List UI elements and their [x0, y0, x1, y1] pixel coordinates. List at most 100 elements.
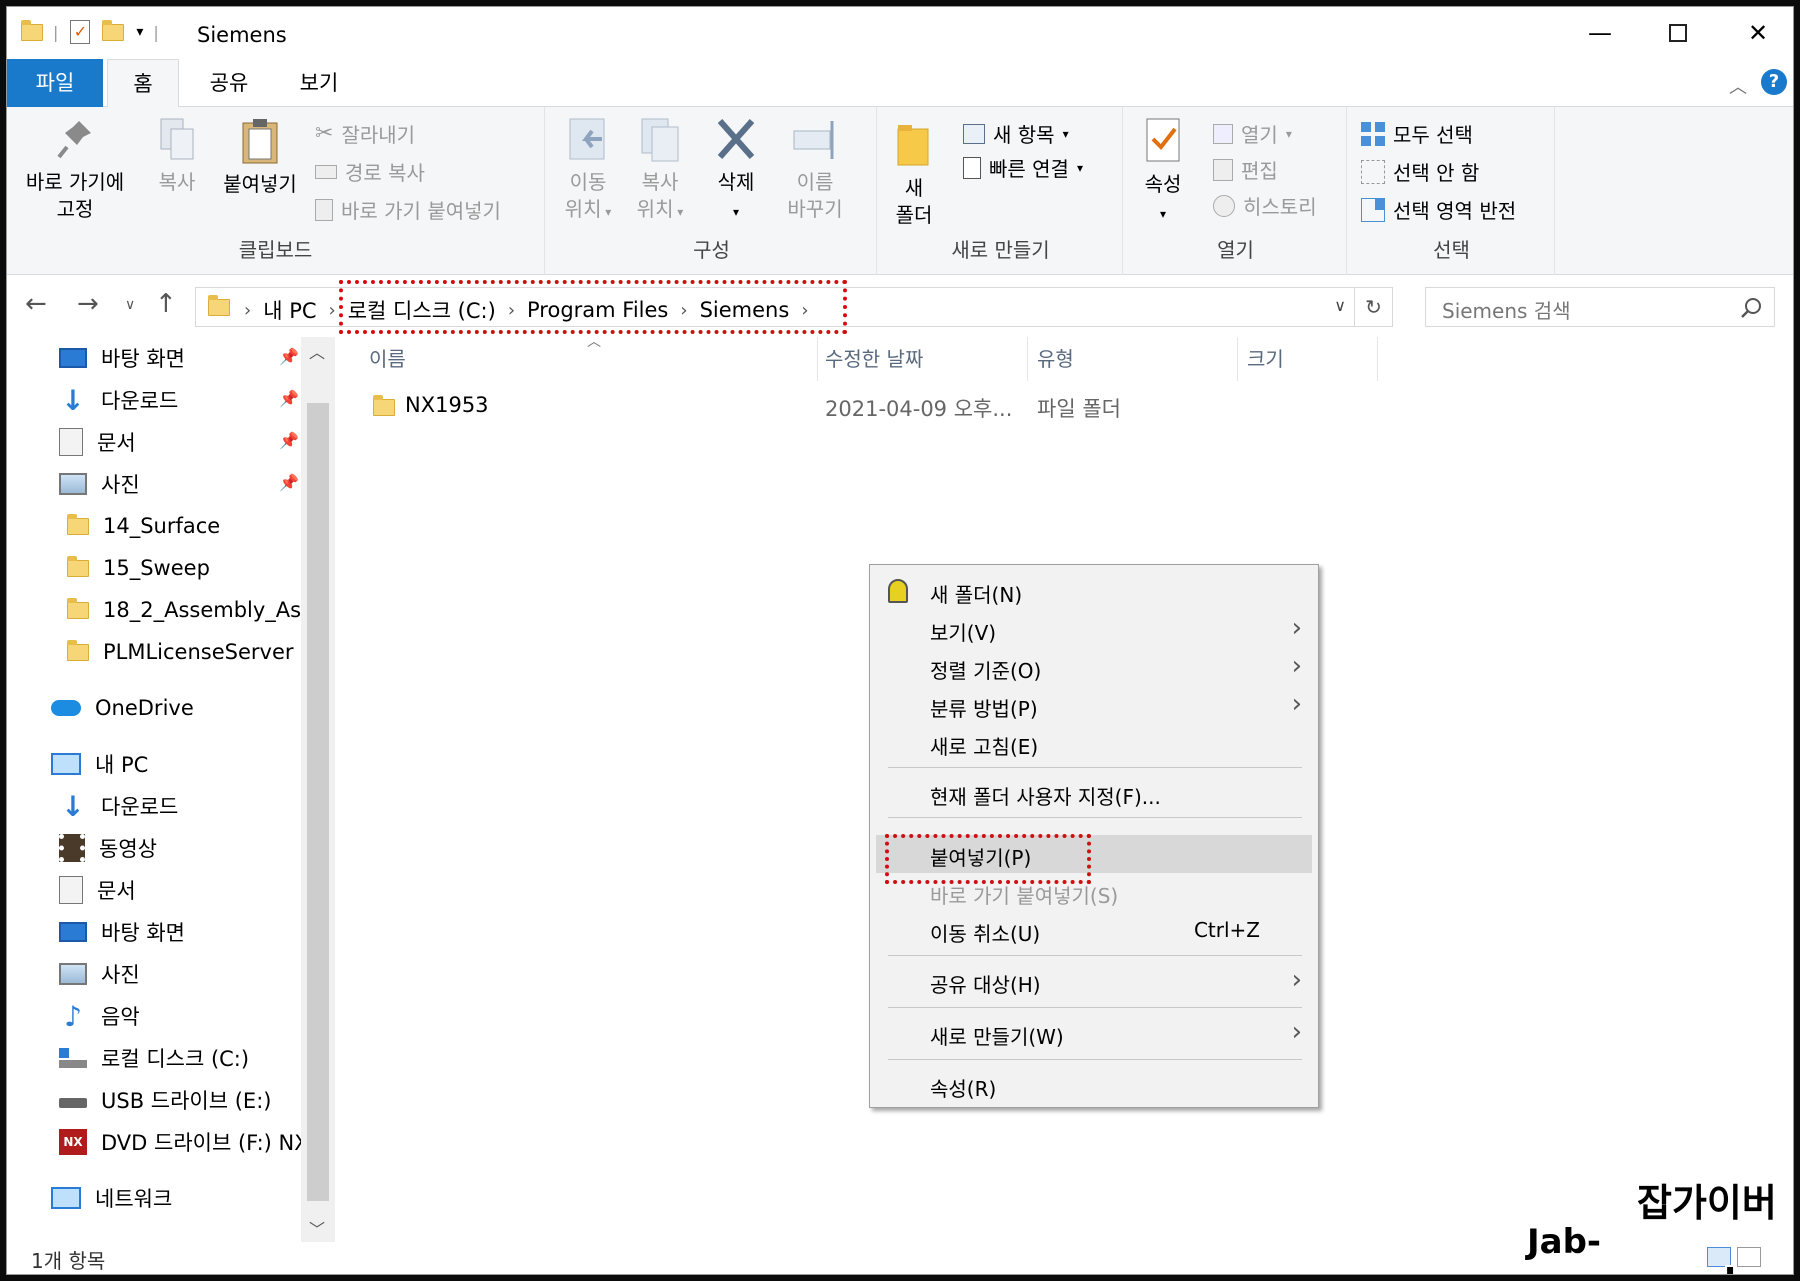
sidebar-item-label: 18_2_Assembly_Assy: [103, 598, 325, 622]
breadcrumb-my-pc[interactable]: 내 PC: [263, 295, 316, 325]
menu-item-new-folder[interactable]: 새 폴더(N): [870, 573, 1318, 609]
column-header-name[interactable]: 이름: [369, 343, 406, 372]
recent-locations-icon[interactable]: ∨: [125, 297, 135, 313]
easy-access-button[interactable]: 빠른 연결 ▾: [963, 153, 1083, 182]
sidebar-item-desktop-pc[interactable]: 바탕 화면: [59, 913, 185, 951]
sidebar-item-usb-drive[interactable]: USB 드라이브 (E:): [59, 1081, 271, 1119]
sidebar-item-desktop[interactable]: 바탕 화면: [59, 339, 185, 377]
maximize-button[interactable]: [1653, 17, 1703, 49]
sidebar-item-music[interactable]: ♪ 음악: [59, 997, 140, 1035]
pin-icon[interactable]: 📌: [279, 389, 299, 408]
file-name: NX1953: [405, 393, 489, 417]
scroll-up-icon[interactable]: ︿: [309, 339, 325, 363]
sidebar-item-local-disk[interactable]: 로컬 디스크 (C:): [59, 1039, 249, 1077]
refresh-icon[interactable]: ↻: [1354, 288, 1392, 326]
copy-to-button[interactable]: 복사 위치 ▾: [629, 117, 691, 226]
menu-item-refresh[interactable]: 새로 고침(E): [870, 725, 1318, 761]
menu-item-sort[interactable]: 정렬 기준(O) ›: [870, 649, 1318, 685]
sidebar-item-downloads[interactable]: ↓ 다운로드: [59, 381, 178, 419]
sidebar-item-documents-pc[interactable]: 문서: [59, 871, 136, 909]
pin-quick-access-button[interactable]: 바로 가기에 고정: [15, 117, 135, 223]
sidebar-item-label: USB 드라이브 (E:): [101, 1089, 272, 1113]
open-button[interactable]: 열기 ▾: [1213, 119, 1292, 148]
column-divider[interactable]: [1237, 337, 1238, 381]
move-label-1: 이동: [569, 170, 607, 194]
sidebar-item-pictures-pc[interactable]: 사진: [59, 955, 140, 993]
menu-item-properties[interactable]: 속성(R): [870, 1067, 1318, 1103]
menu-item-view[interactable]: 보기(V) ›: [870, 611, 1318, 647]
forward-arrow-icon[interactable]: →: [77, 289, 99, 319]
minimize-button[interactable]: —: [1575, 17, 1625, 49]
pin-icon[interactable]: 📌: [279, 473, 299, 492]
pin-icon: [57, 121, 91, 159]
pin-icon[interactable]: 📌: [279, 431, 299, 450]
customize-dropdown-icon[interactable]: ▾: [136, 24, 143, 40]
sidebar-item-my-pc[interactable]: 내 PC: [51, 745, 148, 783]
history-label: 히스토리: [1243, 195, 1317, 219]
search-box[interactable]: Siemens 검색: [1425, 287, 1775, 327]
menu-item-customize-folder[interactable]: 현재 폴더 사용자 지정(F)...: [870, 775, 1318, 811]
sidebar-item-onedrive[interactable]: OneDrive: [51, 689, 194, 727]
properties-check-icon[interactable]: ✓: [70, 20, 91, 44]
sidebar-item-assembly[interactable]: 18_2_Assembly_Assy: [67, 591, 324, 629]
sidebar-item-pictures[interactable]: 사진: [59, 465, 140, 503]
rename-button[interactable]: 이름 바꾸기: [779, 117, 851, 223]
cut-button[interactable]: ✂ 잘라내기: [315, 119, 415, 148]
new-folder-button[interactable]: 새 폴더: [889, 121, 939, 229]
sidebar-item-label: 내 PC: [95, 753, 149, 777]
select-none-button[interactable]: 선택 안 함: [1361, 157, 1479, 186]
history-icon: [1213, 194, 1235, 217]
new-item-button[interactable]: 새 항목 ▾: [963, 119, 1069, 148]
menu-item-share[interactable]: 공유 대상(H) ›: [870, 963, 1318, 999]
column-header-size[interactable]: 크기: [1247, 343, 1284, 372]
sidebar-item-label: 다운로드: [101, 795, 179, 819]
folder-icon: [208, 295, 230, 316]
back-arrow-icon[interactable]: ←: [25, 289, 47, 319]
scrollbar-thumb[interactable]: [307, 403, 329, 1201]
edit-button[interactable]: 편집: [1213, 155, 1278, 184]
sidebar-item-documents[interactable]: 문서: [59, 423, 136, 461]
copy-path-button[interactable]: 경로 복사: [315, 157, 425, 186]
column-divider[interactable]: [1027, 337, 1028, 381]
help-icon[interactable]: ?: [1761, 69, 1787, 95]
chevron-down-icon[interactable]: ∨: [1334, 296, 1346, 315]
menu-item-group-by[interactable]: 분류 방법(P) ›: [870, 687, 1318, 723]
delete-button[interactable]: 삭제 ▾: [705, 117, 767, 226]
tab-view[interactable]: 보기: [287, 59, 351, 107]
up-arrow-icon[interactable]: ↑: [155, 289, 177, 319]
copy-button[interactable]: 복사: [147, 117, 207, 196]
sidebar-item-network[interactable]: 네트워크: [51, 1179, 172, 1217]
column-header-type[interactable]: 유형: [1037, 343, 1074, 372]
menu-item-label: 새로 고침(E): [930, 735, 1039, 759]
history-button[interactable]: 히스토리: [1213, 191, 1317, 220]
sidebar-item-downloads-pc[interactable]: ↓ 다운로드: [59, 787, 178, 825]
sidebar-item-15-sweep[interactable]: 15_Sweep: [67, 549, 210, 587]
column-divider[interactable]: [1377, 337, 1378, 381]
sidebar-item-label: 네트워크: [95, 1187, 173, 1211]
sidebar-item-plmlicenseserver[interactable]: PLMLicenseServer: [67, 633, 294, 671]
paste-button[interactable]: 붙여넣기: [215, 117, 305, 198]
menu-item-label: 정렬 기준(O): [930, 659, 1042, 683]
column-divider[interactable]: [817, 337, 818, 381]
tab-share[interactable]: 공유: [197, 59, 261, 107]
menu-item-undo[interactable]: 이동 취소(U) Ctrl+Z: [870, 912, 1318, 948]
collapse-ribbon-icon[interactable]: ︿: [1729, 73, 1747, 99]
scroll-down-icon[interactable]: ﹀: [309, 1216, 325, 1240]
new-item-label: 새 항목: [993, 123, 1055, 147]
new-folder-icon[interactable]: [102, 19, 125, 41]
move-to-button[interactable]: 이동 위치 ▾: [557, 117, 619, 226]
sidebar-item-dvd-drive[interactable]: NX DVD 드라이브 (F:) NX: [59, 1123, 309, 1161]
sidebar-item-14-surface[interactable]: 14_Surface: [67, 507, 220, 545]
invert-selection-button[interactable]: 선택 영역 반전: [1361, 195, 1516, 224]
tab-file[interactable]: 파일: [7, 59, 103, 107]
pin-icon[interactable]: 📌: [279, 347, 299, 366]
menu-item-new[interactable]: 새로 만들기(W) ›: [870, 1015, 1318, 1051]
tab-home[interactable]: 홈: [107, 59, 179, 108]
properties-button[interactable]: 속성 ▾: [1135, 117, 1191, 228]
close-button[interactable]: ✕: [1733, 17, 1783, 49]
select-all-button[interactable]: 모두 선택: [1361, 119, 1473, 148]
paste-shortcut-button[interactable]: 바로 가기 붙여넣기: [315, 195, 501, 224]
sidebar-item-videos[interactable]: 동영상: [59, 829, 157, 867]
open-group-label: 열기: [1217, 238, 1254, 262]
column-header-date[interactable]: 수정한 날짜: [825, 343, 923, 372]
